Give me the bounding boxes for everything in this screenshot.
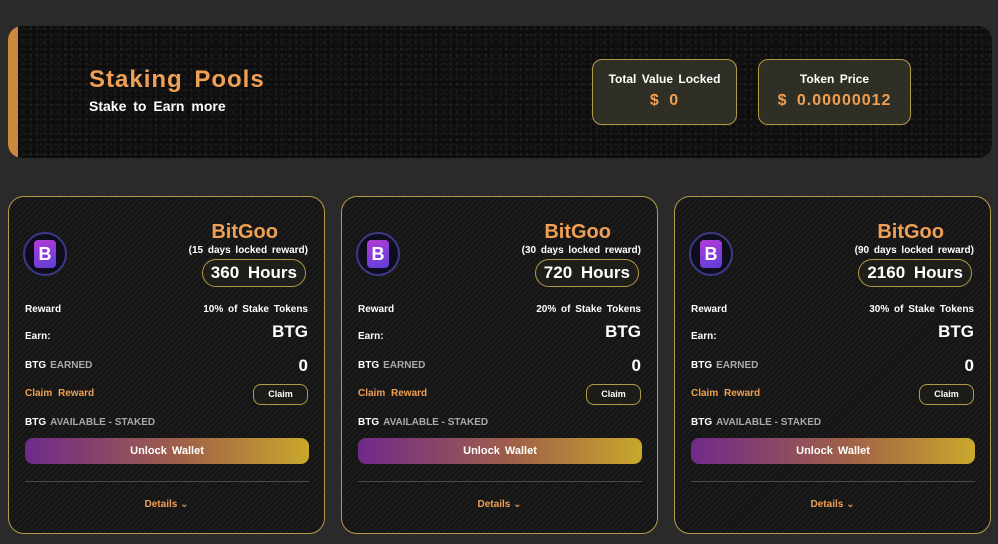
earned-token: BTG bbox=[25, 360, 47, 371]
pool-name: BitGoo bbox=[877, 221, 944, 243]
claim-button[interactable]: Claim bbox=[586, 384, 641, 405]
reward-value: 20% of Stake Tokens bbox=[536, 304, 641, 315]
details-toggle[interactable]: Details ⌄ bbox=[342, 499, 657, 510]
page-subtitle: Stake to Earn more bbox=[89, 98, 226, 114]
claim-button[interactable]: Claim bbox=[253, 384, 308, 405]
token-price-label: Token Price bbox=[799, 72, 870, 86]
claim-reward-label: Claim Reward bbox=[691, 388, 761, 399]
earn-label: Earn: bbox=[358, 331, 384, 342]
hero-banner: Staking Pools Stake to Earn more Total V… bbox=[8, 26, 992, 158]
earned-text: EARNED bbox=[716, 360, 759, 371]
token-price-value: $ 0.00000012 bbox=[777, 92, 892, 109]
earned-text: EARNED bbox=[383, 360, 426, 371]
pool-card: B BitGoo (15 days locked reward) 360 Hou… bbox=[8, 196, 325, 534]
earned-token: BTG bbox=[358, 360, 380, 371]
card-divider bbox=[25, 481, 309, 482]
card-divider bbox=[691, 481, 975, 482]
available-text: AVAILABLE - STAKED bbox=[383, 417, 489, 428]
bitgoo-logo-icon: B bbox=[23, 232, 67, 276]
pool-hours-badge: 2160 Hours bbox=[858, 259, 972, 287]
reward-label: Reward bbox=[691, 304, 728, 315]
pool-hours-badge: 360 Hours bbox=[201, 259, 306, 287]
tvl-label: Total Value Locked bbox=[608, 72, 721, 86]
earn-token: BTG bbox=[272, 322, 308, 341]
claim-reward-label: Claim Reward bbox=[358, 388, 428, 399]
unlock-wallet-button[interactable]: Unlock Wallet bbox=[358, 438, 642, 464]
available-token: BTG bbox=[358, 417, 380, 428]
earned-label: BTG EARNED bbox=[691, 360, 758, 371]
pool-card: B BitGoo (30 days locked reward) 720 Hou… bbox=[341, 196, 658, 534]
token-price-box: Token Price $ 0.00000012 bbox=[758, 59, 911, 125]
pool-lock-note: (90 days locked reward) bbox=[854, 245, 974, 256]
reward-label: Reward bbox=[25, 304, 62, 315]
hero-accent-bar bbox=[8, 26, 18, 158]
bitgoo-logo-icon: B bbox=[689, 232, 733, 276]
unlock-wallet-button[interactable]: Unlock Wallet bbox=[691, 438, 975, 464]
earned-token: BTG bbox=[691, 360, 713, 371]
total-value-locked-box: Total Value Locked $ 0 bbox=[592, 59, 737, 125]
available-staked-label: BTG AVAILABLE - STAKED bbox=[691, 417, 821, 428]
available-text: AVAILABLE - STAKED bbox=[716, 417, 822, 428]
claim-button[interactable]: Claim bbox=[919, 384, 974, 405]
earn-label: Earn: bbox=[25, 331, 51, 342]
available-token: BTG bbox=[691, 417, 713, 428]
earned-text: EARNED bbox=[50, 360, 93, 371]
pool-name: BitGoo bbox=[211, 221, 278, 243]
earned-value: 0 bbox=[631, 356, 641, 375]
pool-hours-badge: 720 Hours bbox=[534, 259, 639, 287]
pool-lock-note: (15 days locked reward) bbox=[188, 245, 308, 256]
tvl-value: $ 0 bbox=[649, 92, 680, 109]
earn-token: BTG bbox=[938, 322, 974, 341]
bitgoo-logo-icon: B bbox=[356, 232, 400, 276]
pool-name: BitGoo bbox=[544, 221, 611, 243]
earned-value: 0 bbox=[964, 356, 974, 375]
available-text: AVAILABLE - STAKED bbox=[50, 417, 156, 428]
claim-reward-label: Claim Reward bbox=[25, 388, 95, 399]
pool-lock-note: (30 days locked reward) bbox=[521, 245, 641, 256]
earned-value: 0 bbox=[298, 356, 308, 375]
card-divider bbox=[358, 481, 642, 482]
unlock-wallet-button[interactable]: Unlock Wallet bbox=[25, 438, 309, 464]
reward-value: 30% of Stake Tokens bbox=[869, 304, 974, 315]
earn-token: BTG bbox=[605, 322, 641, 341]
earned-label: BTG EARNED bbox=[25, 360, 92, 371]
details-toggle[interactable]: Details ⌄ bbox=[9, 499, 324, 510]
earned-label: BTG EARNED bbox=[358, 360, 425, 371]
pool-card: B BitGoo (90 days locked reward) 2160 Ho… bbox=[674, 196, 991, 534]
details-toggle[interactable]: Details ⌄ bbox=[675, 499, 990, 510]
available-token: BTG bbox=[25, 417, 47, 428]
page-title: Staking Pools bbox=[89, 66, 265, 93]
earn-label: Earn: bbox=[691, 331, 717, 342]
available-staked-label: BTG AVAILABLE - STAKED bbox=[25, 417, 155, 428]
available-staked-label: BTG AVAILABLE - STAKED bbox=[358, 417, 488, 428]
reward-value: 10% of Stake Tokens bbox=[203, 304, 308, 315]
reward-label: Reward bbox=[358, 304, 395, 315]
